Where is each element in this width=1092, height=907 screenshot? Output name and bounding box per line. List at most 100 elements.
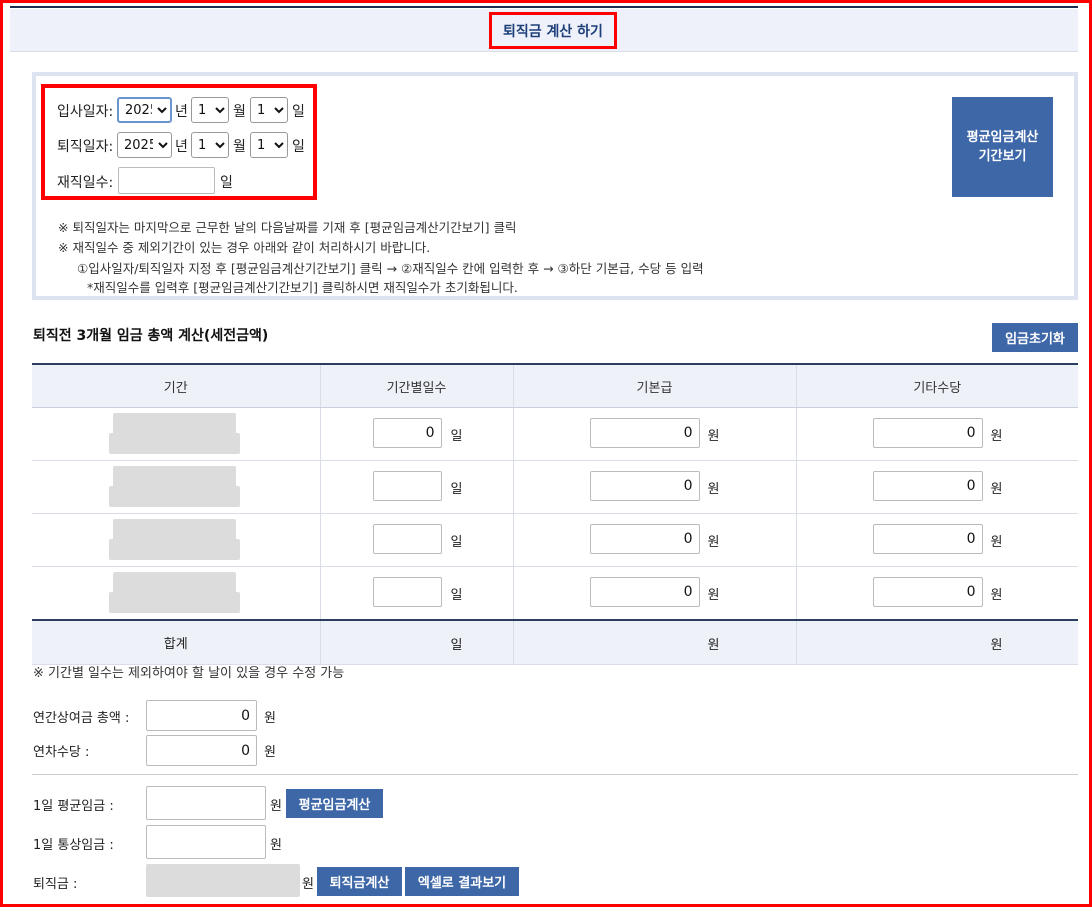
base-cell: 원 — [512, 407, 796, 461]
period-placeholder — [113, 466, 236, 488]
day-unit: 일 — [450, 588, 463, 603]
other-cell: 원 — [795, 460, 1078, 514]
hire-day-select[interactable]: 1 — [250, 97, 288, 123]
day-unit: 일 — [450, 535, 463, 550]
tenure-label: 재직일수: — [57, 175, 114, 191]
sum-row: 합계 일 원 원 — [32, 620, 1078, 665]
sum-days-cell: 일 — [319, 620, 513, 665]
base-pay-input[interactable] — [589, 577, 700, 607]
leave-month-select[interactable]: 1 — [191, 132, 229, 158]
hire-date-label: 입사일자: — [57, 104, 114, 120]
avg-period-view-button[interactable]: 평균임금계산기간보기 — [952, 97, 1053, 197]
col-base-pay: 기본급 — [512, 363, 796, 408]
table-row: 일 원 원 — [32, 513, 1078, 567]
day-unit: 일 — [450, 429, 463, 444]
period-cell — [32, 460, 320, 514]
ordinary-wage-unit: 원 — [270, 838, 282, 853]
avg-period-button-line2: 기간보기 — [978, 149, 1027, 164]
won-unit: 원 — [990, 535, 1003, 550]
base-cell: 원 — [512, 460, 796, 514]
days-input[interactable] — [372, 471, 442, 501]
severance-calc-button[interactable]: 퇴직금계산 — [317, 867, 402, 896]
bonus-unit: 원 — [264, 711, 276, 726]
period-placeholder — [109, 433, 240, 454]
table-row: 일 원 원 — [32, 407, 1078, 461]
period-placeholder — [109, 592, 240, 613]
hire-year-select[interactable]: 2025 — [117, 97, 172, 123]
period-cell — [32, 513, 320, 567]
hire-day-unit: 일 — [292, 104, 305, 120]
won-unit: 원 — [707, 429, 720, 444]
avg-wage-input[interactable] — [146, 786, 266, 820]
table-row: 일 원 원 — [32, 460, 1078, 514]
annual-leave-label: 연차수당 : — [33, 745, 90, 760]
won-unit: 원 — [990, 429, 1003, 444]
days-cell: 일 — [319, 460, 513, 514]
bonus-input[interactable] — [146, 700, 257, 731]
avg-period-button-line1: 평균임금계산 — [966, 130, 1039, 145]
tenure-days-input[interactable] — [118, 167, 215, 194]
other-cell: 원 — [795, 566, 1078, 621]
won-unit: 원 — [707, 588, 720, 603]
severance-unit: 원 — [302, 877, 314, 892]
excel-result-button[interactable]: 엑셀로 결과보기 — [405, 867, 519, 896]
days-cell: 일 — [319, 513, 513, 567]
other-cell: 원 — [795, 513, 1078, 567]
avg-wage-unit: 원 — [270, 799, 282, 814]
base-pay-input[interactable] — [589, 524, 700, 554]
top-rule — [10, 6, 1078, 8]
period-cell — [32, 407, 320, 461]
wage-reset-button[interactable]: 임금초기화 — [992, 323, 1078, 352]
severance-label: 퇴직금 : — [33, 877, 78, 892]
days-input[interactable] — [372, 577, 442, 607]
other-cell: 원 — [795, 407, 1078, 461]
leave-day-select[interactable]: 1 — [250, 132, 288, 158]
leave-year-unit: 년 — [175, 139, 188, 155]
won-unit: 원 — [990, 482, 1003, 497]
days-cell: 일 — [319, 566, 513, 621]
other-allowance-input[interactable] — [872, 418, 983, 448]
base-cell: 원 — [512, 566, 796, 621]
sum-days-unit: 일 — [450, 638, 463, 653]
period-placeholder — [113, 413, 236, 435]
page-title: 퇴직금 계산 하기 — [489, 12, 617, 49]
note-2: ※ 재직일수 중 제외기간이 있는 경우 아래와 같이 처리하시기 바랍니다. — [58, 240, 431, 255]
col-days: 기간별일수 — [319, 363, 513, 408]
other-allowance-input[interactable] — [872, 577, 983, 607]
sum-other-cell: 원 — [795, 620, 1078, 665]
table-header: 기간 기간별일수 기본급 기타수당 — [32, 363, 1078, 408]
avg-wage-calc-button[interactable]: 평균임금계산 — [286, 789, 383, 818]
tenure-unit: 일 — [220, 175, 233, 191]
note-4: *재직일수를 입력후 [평균임금계산기간보기] 클릭하시면 재직일수가 초기화됩… — [87, 280, 518, 295]
note-1: ※ 퇴직일자는 마지막으로 근무한 날의 다음날짜를 기재 후 [평균임금계산기… — [58, 220, 517, 235]
annual-leave-unit: 원 — [264, 745, 276, 760]
col-other-allowance: 기타수당 — [795, 363, 1078, 408]
base-cell: 원 — [512, 513, 796, 567]
wage-section-title: 퇴직전 3개월 임금 총액 계산(세전금액) — [33, 328, 269, 344]
sum-base-unit: 원 — [707, 638, 720, 653]
annual-leave-input[interactable] — [146, 735, 257, 766]
period-placeholder — [109, 539, 240, 560]
note-3: ①입사일자/퇴직일자 지정 후 [평균임금계산기간보기] 클릭 → ②재직일수 … — [77, 261, 704, 276]
avg-wage-label: 1일 평균임금 : — [33, 799, 114, 814]
severance-result-field — [146, 864, 300, 897]
won-unit: 원 — [707, 482, 720, 497]
sum-label: 합계 — [32, 620, 320, 665]
ordinary-wage-input[interactable] — [146, 825, 266, 859]
leave-year-select[interactable]: 2025 — [117, 132, 172, 158]
other-allowance-input[interactable] — [872, 524, 983, 554]
period-cell — [32, 566, 320, 621]
won-unit: 원 — [707, 535, 720, 550]
days-input[interactable] — [372, 524, 442, 554]
leave-month-unit: 월 — [233, 139, 246, 155]
base-pay-input[interactable] — [589, 471, 700, 501]
wage-table: 기간 기간별일수 기본급 기타수당 일 원 원 일 원 원 일 원 원 일 원 … — [32, 363, 1078, 665]
other-allowance-input[interactable] — [872, 471, 983, 501]
hire-month-select[interactable]: 1 — [191, 97, 229, 123]
days-input[interactable] — [372, 418, 442, 448]
base-pay-input[interactable] — [589, 418, 700, 448]
table-row: 일 원 원 — [32, 566, 1078, 621]
section-divider — [32, 774, 1078, 775]
won-unit: 원 — [990, 588, 1003, 603]
sum-other-unit: 원 — [990, 638, 1003, 653]
